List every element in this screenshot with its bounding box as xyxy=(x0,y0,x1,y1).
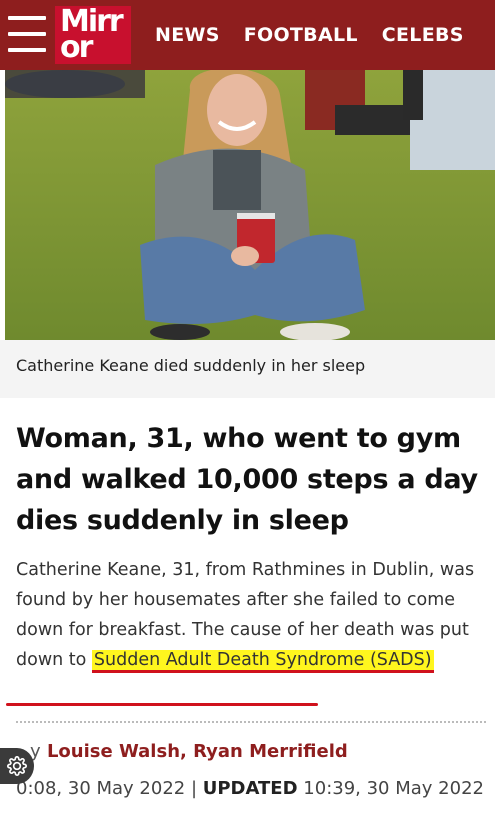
standfirst-highlight: Sudden Adult Death Syndrome (SADS) xyxy=(91,650,434,673)
updated-time: 10:39, 30 May 2022 xyxy=(297,778,484,799)
article-standfirst: Catherine Keane, 31, from Rathmines in D… xyxy=(16,555,486,675)
settings-button[interactable] xyxy=(0,748,34,784)
caption-text: Catherine Keane died suddenly in her sle… xyxy=(16,356,366,375)
gear-icon xyxy=(7,756,27,776)
menu-icon[interactable] xyxy=(8,16,46,52)
article-headline: Woman, 31, who went to gym and walked 10… xyxy=(16,423,478,536)
published-time: 0:08, 30 May 2022 xyxy=(16,778,186,799)
photo-caption: Catherine Keane died suddenly in her sle… xyxy=(0,340,495,398)
date-separator: | xyxy=(185,778,203,799)
nav-celebs[interactable]: CELEBS xyxy=(382,24,464,46)
article-photo xyxy=(5,70,495,340)
updated-label: UPDATED xyxy=(202,778,298,799)
handdrawn-underline xyxy=(6,703,318,706)
dotted-divider xyxy=(16,721,486,723)
dateline: 0:08, 30 May 2022 | UPDATED 10:39, 30 Ma… xyxy=(16,773,486,805)
nav-news[interactable]: NEWS xyxy=(155,24,220,46)
nav-football[interactable]: FOOTBALL xyxy=(244,24,358,46)
byline-authors[interactable]: Louise Walsh, Ryan Merrifield xyxy=(47,741,348,762)
site-header: Mirr or NEWS FOOTBALL CELEBS xyxy=(0,0,495,70)
main-nav: NEWS FOOTBALL CELEBS xyxy=(155,0,464,70)
byline: y Louise Walsh, Ryan Merrifield xyxy=(30,741,348,762)
mirror-logo[interactable]: Mirr or xyxy=(55,6,131,64)
